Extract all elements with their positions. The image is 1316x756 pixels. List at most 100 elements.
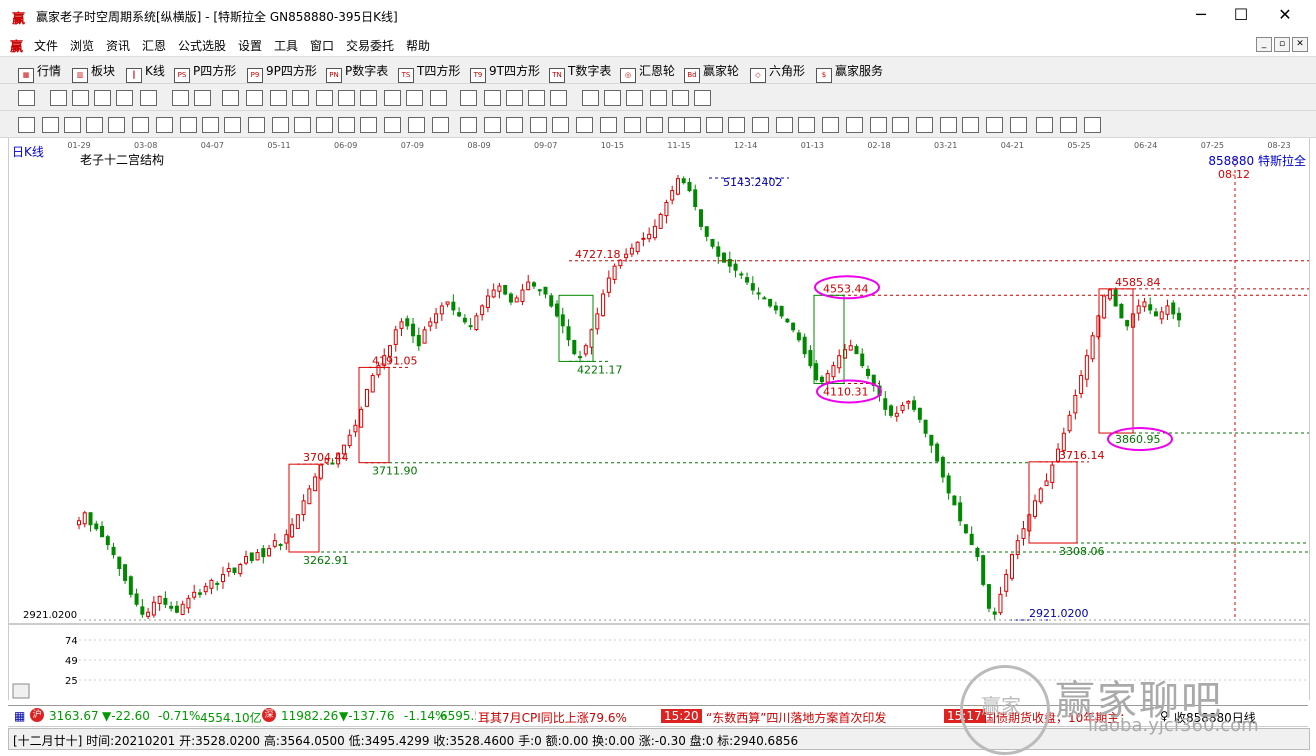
analysis-tool-1-icon[interactable] bbox=[42, 117, 59, 133]
period-label[interactable]: 日K线 bbox=[12, 143, 44, 160]
draw-tool-3-icon[interactable] bbox=[94, 90, 111, 106]
mdi-close-button[interactable]: ✕ bbox=[1292, 37, 1308, 52]
analysis-tool-2-icon[interactable] bbox=[64, 117, 81, 133]
analysis-tool-26-icon[interactable] bbox=[624, 117, 641, 133]
analysis-tool-33-icon[interactable] bbox=[776, 117, 793, 133]
analysis-tool-40-icon[interactable] bbox=[940, 117, 957, 133]
toolbar-winner-wheel[interactable]: Bd 赢家轮 bbox=[684, 62, 739, 83]
draw-tool-20-icon[interactable] bbox=[506, 90, 523, 106]
draw-tool-26-icon[interactable] bbox=[650, 90, 667, 106]
analysis-tool-17-icon[interactable] bbox=[408, 117, 425, 133]
draw-tool-6-icon[interactable] bbox=[172, 90, 189, 106]
toolbar-p-table[interactable]: PN P数字表 bbox=[326, 62, 388, 83]
mdi-restore-button[interactable]: ▫ bbox=[1274, 37, 1290, 52]
toolbar-hexagon[interactable]: ◇ 六角形 bbox=[750, 62, 805, 83]
toolbar-service[interactable]: $ 赢家服务 bbox=[816, 62, 883, 83]
draw-tool-23-icon[interactable] bbox=[582, 90, 599, 106]
draw-tool-22-icon[interactable] bbox=[550, 90, 567, 106]
toolbar-quotes[interactable]: ▦ 行情 bbox=[18, 62, 61, 83]
toolbar-9t-square[interactable]: T9 9T四方形 bbox=[470, 62, 540, 83]
draw-tool-8-icon[interactable] bbox=[222, 90, 239, 106]
toolbar-9p-square[interactable]: P9 9P四方形 bbox=[247, 62, 317, 83]
analysis-tool-46-icon[interactable] bbox=[1084, 117, 1101, 133]
draw-tool-24-icon[interactable] bbox=[604, 90, 621, 106]
draw-tool-18-icon[interactable] bbox=[460, 90, 477, 106]
draw-tool-2-icon[interactable] bbox=[72, 90, 89, 106]
toolbar-t-square[interactable]: TS T四方形 bbox=[398, 62, 460, 83]
menu-trade[interactable]: 交易委托 bbox=[346, 37, 394, 54]
analysis-tool-37-icon[interactable] bbox=[870, 117, 887, 133]
draw-tool-19-icon[interactable] bbox=[484, 90, 501, 106]
news-ticker-2[interactable]: “东数西算”四川落地方案首次印发 bbox=[706, 709, 886, 726]
analysis-tool-34-icon[interactable] bbox=[798, 117, 815, 133]
analysis-tool-28-icon[interactable] bbox=[668, 117, 685, 133]
analysis-tool-0-icon[interactable] bbox=[18, 117, 35, 133]
toolbar-huien-wheel[interactable]: ◎ 汇恩轮 bbox=[620, 62, 675, 83]
analysis-tool-44-icon[interactable] bbox=[1036, 117, 1053, 133]
analysis-tool-22-icon[interactable] bbox=[530, 117, 547, 133]
analysis-tool-19-icon[interactable] bbox=[460, 117, 477, 133]
analysis-tool-5-icon[interactable] bbox=[132, 117, 149, 133]
analysis-tool-30-icon[interactable] bbox=[706, 117, 723, 133]
analysis-tool-29-icon[interactable] bbox=[684, 117, 701, 133]
analysis-tool-15-icon[interactable] bbox=[360, 117, 377, 133]
analysis-tool-21-icon[interactable] bbox=[506, 117, 523, 133]
analysis-tool-32-icon[interactable] bbox=[752, 117, 769, 133]
draw-tool-25-icon[interactable] bbox=[626, 90, 643, 106]
analysis-tool-20-icon[interactable] bbox=[484, 117, 501, 133]
analysis-tool-36-icon[interactable] bbox=[846, 117, 863, 133]
analysis-tool-27-icon[interactable] bbox=[646, 117, 663, 133]
analysis-tool-16-icon[interactable] bbox=[384, 117, 401, 133]
analysis-tool-31-icon[interactable] bbox=[728, 117, 745, 133]
menu-tools[interactable]: 工具 bbox=[274, 37, 298, 54]
close-button[interactable]: ✕ bbox=[1262, 0, 1308, 32]
draw-tool-28-icon[interactable] bbox=[694, 90, 711, 106]
draw-tool-14-icon[interactable] bbox=[360, 90, 377, 106]
analysis-tool-10-icon[interactable] bbox=[248, 117, 265, 133]
menu-formula-select[interactable]: 公式选股 bbox=[178, 37, 226, 54]
analysis-tool-38-icon[interactable] bbox=[892, 117, 909, 133]
analysis-tool-35-icon[interactable] bbox=[822, 117, 839, 133]
draw-tool-15-icon[interactable] bbox=[384, 90, 401, 106]
analysis-tool-42-icon[interactable] bbox=[986, 117, 1003, 133]
draw-tool-17-icon[interactable] bbox=[430, 90, 447, 106]
analysis-tool-9-icon[interactable] bbox=[224, 117, 241, 133]
menu-info[interactable]: 资讯 bbox=[106, 37, 130, 54]
draw-tool-16-icon[interactable] bbox=[406, 90, 423, 106]
draw-tool-5-icon[interactable] bbox=[140, 90, 157, 106]
maximize-button[interactable]: ☐ bbox=[1218, 0, 1264, 32]
analysis-tool-12-icon[interactable] bbox=[294, 117, 311, 133]
menu-settings[interactable]: 设置 bbox=[238, 37, 262, 54]
chart-panel[interactable]: 01-29 03-08 04-07 05-11 06-09 07-09 08-09 09-07… bbox=[8, 138, 1310, 700]
analysis-tool-8-icon[interactable] bbox=[202, 117, 219, 133]
menu-window[interactable]: 窗口 bbox=[310, 37, 334, 54]
draw-tool-4-icon[interactable] bbox=[116, 90, 133, 106]
analysis-tool-13-icon[interactable] bbox=[316, 117, 333, 133]
menu-browse[interactable]: 浏览 bbox=[70, 37, 94, 54]
analysis-tool-23-icon[interactable] bbox=[552, 117, 569, 133]
analysis-tool-3-icon[interactable] bbox=[86, 117, 103, 133]
analysis-tool-43-icon[interactable] bbox=[1010, 117, 1027, 133]
toolbar-t-table[interactable]: TN T数字表 bbox=[549, 62, 611, 83]
analysis-tool-39-icon[interactable] bbox=[916, 117, 933, 133]
news-ticker-1[interactable]: 耳其7月CPI同比上涨79.6% bbox=[478, 709, 660, 726]
analysis-tool-14-icon[interactable] bbox=[338, 117, 355, 133]
toolbar-kline[interactable]: ┃ K线 bbox=[126, 62, 165, 83]
menu-file[interactable]: 文件 bbox=[34, 37, 58, 54]
analysis-tool-6-icon[interactable] bbox=[156, 117, 173, 133]
analysis-tool-45-icon[interactable] bbox=[1060, 117, 1077, 133]
draw-tool-9-icon[interactable] bbox=[246, 90, 263, 106]
toolbar-p-square[interactable]: PS P四方形 bbox=[174, 62, 236, 83]
menu-huien[interactable]: 汇恩 bbox=[142, 37, 166, 54]
draw-tool-10-icon[interactable] bbox=[270, 90, 287, 106]
menu-help[interactable]: 帮助 bbox=[406, 37, 430, 54]
analysis-tool-24-icon[interactable] bbox=[576, 117, 593, 133]
analysis-tool-18-icon[interactable] bbox=[432, 117, 449, 133]
toolbar-sectors[interactable]: ▥ 板块 bbox=[72, 62, 115, 83]
analysis-tool-41-icon[interactable] bbox=[962, 117, 979, 133]
analysis-tool-7-icon[interactable] bbox=[180, 117, 197, 133]
draw-tool-21-icon[interactable] bbox=[528, 90, 545, 106]
draw-tool-27-icon[interactable] bbox=[672, 90, 689, 106]
analysis-tool-4-icon[interactable] bbox=[108, 117, 125, 133]
draw-tool-12-icon[interactable] bbox=[316, 90, 333, 106]
